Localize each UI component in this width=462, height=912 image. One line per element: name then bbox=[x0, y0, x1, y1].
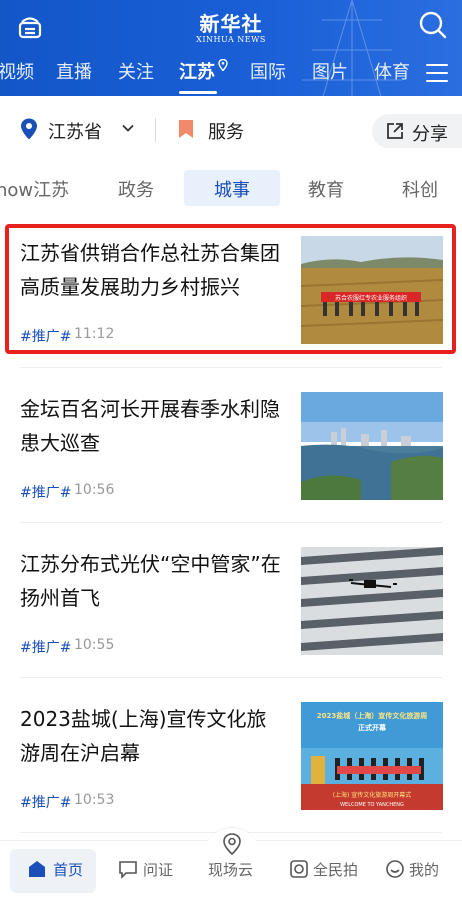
chat-icon[interactable] bbox=[118, 859, 138, 879]
nav-mine[interactable]: 我的 bbox=[409, 859, 439, 880]
news-thumbnail[interactable]: 2023盐城（上海）宣传文化旅游周 正式开幕 (上海) 宣传文化旅游周开幕式 W… bbox=[301, 702, 443, 810]
channel-bar: 视频 直播 关注 江苏 国际 图片 体育 bbox=[0, 58, 462, 94]
share-icon bbox=[387, 123, 403, 139]
news-title[interactable]: 2023盐城(上海)宣传文化旅游周在沪启幕 bbox=[20, 702, 282, 770]
bookmark-icon[interactable] bbox=[178, 119, 194, 139]
live-location-icon[interactable] bbox=[222, 833, 242, 855]
search-icon[interactable] bbox=[418, 10, 448, 40]
divider bbox=[20, 367, 442, 368]
banner-footer-en: WELCOME TO YANCHENG bbox=[340, 802, 404, 808]
banner-footer: (上海) 宣传文化旅游周开幕式 bbox=[333, 791, 412, 799]
channel-live[interactable]: 直播 bbox=[56, 58, 92, 84]
news-item[interactable]: 江苏分布式光伏“空中管家”在扬州首飞 #推广# 10:55 bbox=[0, 547, 462, 703]
share-label: 分享 bbox=[412, 124, 448, 145]
top-header: 新华社 XINHUA NEWS 视频 直播 关注 江苏 国际 图片 体育 bbox=[0, 0, 462, 96]
nav-home[interactable]: 首页 bbox=[53, 859, 83, 880]
camera-icon[interactable] bbox=[289, 859, 309, 879]
channel-photo[interactable]: 图片 bbox=[312, 58, 348, 84]
channel-sports[interactable]: 体育 bbox=[374, 58, 410, 84]
app-screen: 新华社 XINHUA NEWS 视频 直播 关注 江苏 国际 图片 体育 江苏省… bbox=[0, 0, 462, 912]
channel-intl[interactable]: 国际 bbox=[250, 58, 286, 84]
news-tag: #推广# bbox=[20, 485, 72, 501]
news-time: 10:56 bbox=[74, 482, 115, 498]
location-pin-icon[interactable] bbox=[20, 118, 38, 140]
subtab-education[interactable]: 教育 bbox=[308, 176, 344, 202]
news-thumbnail[interactable] bbox=[301, 547, 443, 655]
active-channel-indicator bbox=[179, 91, 217, 94]
chevron-down-icon[interactable] bbox=[122, 122, 134, 134]
news-tag: #推广# bbox=[20, 795, 72, 811]
nav-live[interactable]: 现场云 bbox=[208, 859, 253, 880]
divider bbox=[155, 118, 156, 142]
service-link[interactable]: 服务 bbox=[208, 118, 244, 144]
location-pin-icon bbox=[218, 59, 228, 71]
news-time: 10:53 bbox=[74, 792, 115, 808]
news-time: 10:55 bbox=[74, 637, 115, 653]
location-bar: 江苏省 服务 分享 bbox=[0, 104, 462, 156]
banner-subheading: 正式开幕 bbox=[358, 723, 387, 732]
subtab-government[interactable]: 政务 bbox=[118, 176, 154, 202]
divider bbox=[20, 522, 442, 523]
banner-heading: 2023盐城（上海）宣传文化旅游周 bbox=[317, 711, 427, 720]
brand-logo: 新华社 XINHUA NEWS bbox=[0, 8, 462, 44]
home-icon[interactable] bbox=[27, 859, 47, 879]
nav-photo[interactable]: 全民拍 bbox=[313, 859, 358, 880]
news-tag: #推广# bbox=[20, 640, 72, 656]
channel-jiangsu[interactable]: 江苏 bbox=[179, 58, 215, 84]
bottom-navigation: 首页 问证 现场云 全民拍 我的 bbox=[0, 827, 462, 912]
brand-name: 新华社 bbox=[199, 12, 263, 36]
news-title[interactable]: 金坛百名河长开展春季水利隐患大巡查 bbox=[20, 392, 282, 460]
brand-name-en: XINHUA NEWS bbox=[196, 35, 266, 44]
news-thumbnail[interactable] bbox=[301, 392, 443, 500]
menu-icon[interactable] bbox=[426, 64, 448, 84]
channel-video[interactable]: 视频 bbox=[0, 58, 34, 84]
subtab-tech[interactable]: 科创 bbox=[402, 176, 438, 202]
channel-follow[interactable]: 关注 bbox=[118, 58, 154, 84]
share-button[interactable]: 分享 bbox=[372, 114, 462, 148]
divider bbox=[20, 677, 442, 678]
subtab-show-jiangsu[interactable]: how江苏 bbox=[0, 176, 69, 202]
news-item[interactable]: 金坛百名河长开展春季水利隐患大巡查 #推广# 10:56 bbox=[0, 392, 462, 548]
news-title[interactable]: 江苏分布式光伏“空中管家”在扬州首飞 bbox=[20, 547, 282, 615]
sub-tab-bar: how江苏 政务 城事 教育 科创 bbox=[0, 166, 462, 210]
highlight-outline bbox=[5, 224, 456, 354]
nav-ask[interactable]: 问证 bbox=[143, 859, 173, 880]
subtab-city[interactable]: 城事 bbox=[214, 176, 250, 202]
profile-icon[interactable] bbox=[385, 859, 405, 879]
province-selector[interactable]: 江苏省 bbox=[48, 118, 102, 144]
